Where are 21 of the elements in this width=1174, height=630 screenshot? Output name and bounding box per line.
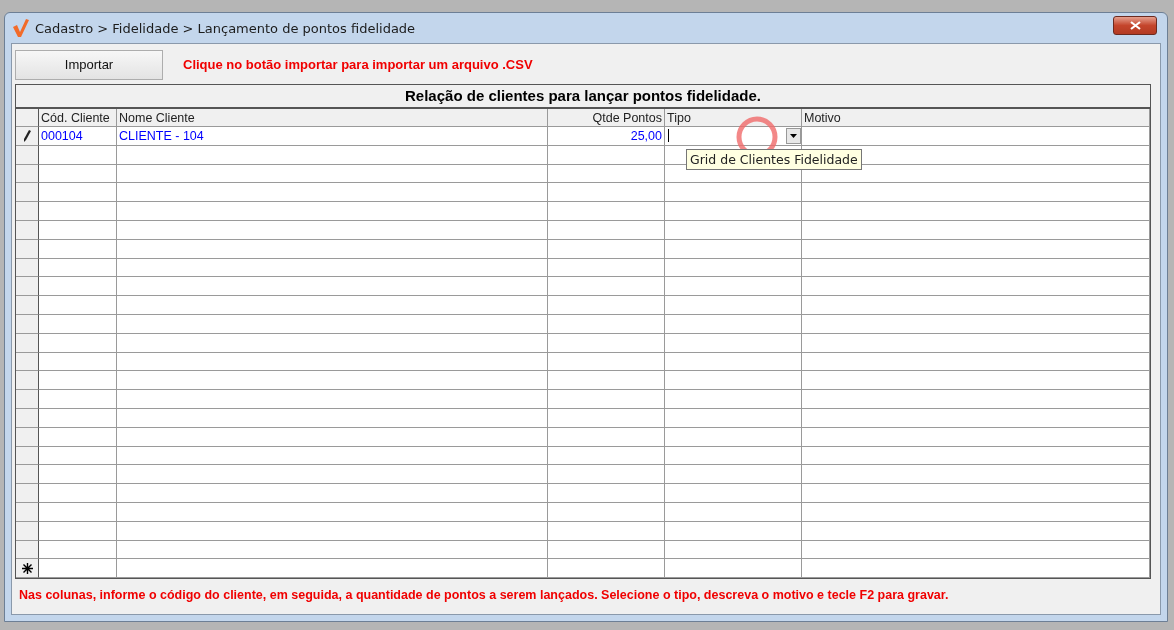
close-icon bbox=[1129, 20, 1141, 30]
instructions-text: Nas colunas, informe o código do cliente, em seguida, a quantidade de pontos a serem lançados. Selecione o tipo, descreva o motivo e tecle F2 para gravar. bbox=[18, 587, 950, 603]
grid-title: Relação de clientes para lançar pontos fidelidade. bbox=[16, 85, 1150, 109]
close-button[interactable] bbox=[1113, 15, 1157, 35]
pencil-icon bbox=[23, 129, 31, 142]
caret-icon bbox=[790, 133, 797, 138]
column-header[interactable]: Motivo bbox=[802, 109, 1150, 127]
import-hint: Clique no botão importar para importar um arquivo .CSV bbox=[183, 57, 533, 72]
table-cell: 25,00 bbox=[548, 127, 665, 146]
checkmark-logo-icon bbox=[13, 19, 29, 37]
dropdown-button[interactable] bbox=[786, 127, 801, 144]
tooltip: Grid de Clientes Fidelidade bbox=[686, 149, 862, 170]
column-header[interactable]: Tipo bbox=[665, 109, 802, 127]
table-cell: CLIENTE - 104 bbox=[117, 127, 548, 146]
window-title: Cadastro > Fidelidade > Lançamento de pontos fidelidade bbox=[35, 20, 417, 36]
column-header[interactable]: Cód. Cliente bbox=[39, 109, 117, 127]
table-cell: 000104 bbox=[39, 127, 117, 146]
asterisk-icon bbox=[21, 562, 33, 574]
column-header[interactable]: Nome Cliente bbox=[117, 109, 548, 127]
import-button[interactable]: Importar bbox=[15, 49, 163, 80]
column-header[interactable]: Qtde Pontos bbox=[548, 109, 665, 127]
